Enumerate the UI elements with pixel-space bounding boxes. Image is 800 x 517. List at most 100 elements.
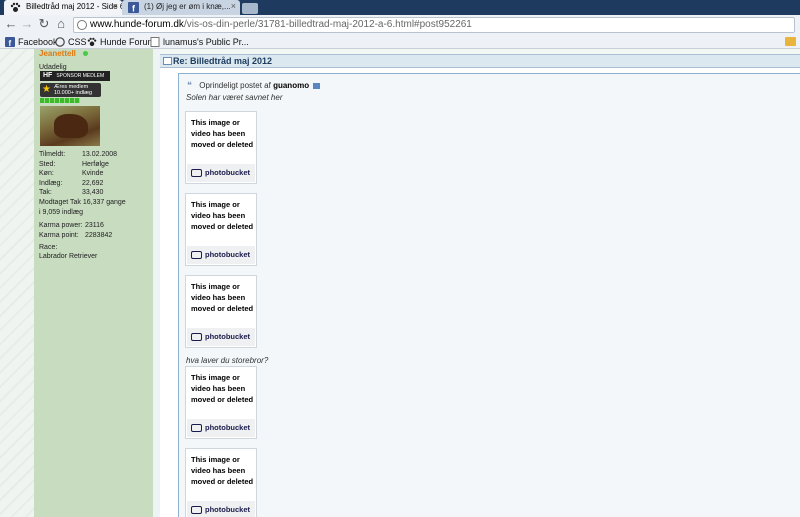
username-link[interactable]: Jeanettell xyxy=(39,49,76,58)
quote-icon: ❝ xyxy=(187,80,192,90)
facebook-icon: f xyxy=(5,37,15,47)
bookmark-label: lunamus's Public Pr... xyxy=(163,37,249,47)
camera-icon xyxy=(191,333,202,341)
view-post-icon[interactable] xyxy=(313,82,321,89)
image-placeholder[interactable]: This image or video has been moved or de… xyxy=(185,366,257,439)
stat-value: Kvinde xyxy=(82,170,104,178)
honorary-member-badge: ★ Æres medlem 10.000+ indlæg xyxy=(40,83,101,97)
image-placeholder[interactable]: This image or video has been moved or de… xyxy=(185,111,257,184)
quote-block xyxy=(178,73,800,517)
url-path: /vis-os-din-perle/31781-billedtrad-maj-2… xyxy=(183,19,472,30)
stat-key: Køn: xyxy=(39,170,54,178)
quote-header: ❝ Oprindeligt postet af guanomo xyxy=(187,80,321,91)
browser-toolbar: ← → ↻ ⌂ www.hunde-forum.dk/vis-os-din-pe… xyxy=(0,15,800,35)
bookmark-label: CSS xyxy=(68,37,87,47)
breed-info: Race: Labrador Retriever xyxy=(39,243,151,261)
globe-icon xyxy=(77,20,87,30)
stat-value: 13.02.2008 xyxy=(82,151,118,158)
badge-label: SPONSOR MEDLEM xyxy=(56,73,105,79)
bookmark-css[interactable]: CSS xyxy=(55,36,87,48)
camera-icon xyxy=(191,506,202,514)
bookmark-lunamus[interactable]: lunamus's Public Pr... xyxy=(150,36,249,48)
new-tab-button[interactable] xyxy=(242,3,258,14)
logo-text: photobucket xyxy=(205,332,250,341)
stat-key: Tilmeldt: xyxy=(39,151,66,158)
page-background xyxy=(0,49,34,517)
tab-label: Billedtråd maj 2012 - Side 6 xyxy=(26,2,122,11)
tab-hunde-forum[interactable]: Billedtråd maj 2012 - Side 6 × xyxy=(4,0,122,15)
image-placeholder[interactable]: This image or video has been moved or de… xyxy=(185,193,257,266)
bookmark-facebook[interactable]: f Facebook xyxy=(5,36,58,48)
paw-icon xyxy=(87,37,97,47)
stat-value: 23116 xyxy=(85,222,104,229)
quote-text: Solen har været savnet her xyxy=(186,93,283,102)
svg-text:f: f xyxy=(9,39,12,47)
stat-key: Tak: xyxy=(39,189,52,197)
placeholder-text: This image or video has been moved or de… xyxy=(191,200,254,231)
stat-value: 2283842 xyxy=(85,231,113,239)
close-icon[interactable]: × xyxy=(231,1,236,11)
logo-text: photobucket xyxy=(205,168,250,177)
user-sidebar: Jeanettell Udadelig HF SPONSOR MEDLEM ★ Æ… xyxy=(34,49,154,517)
post-header: Re: Billedtråd maj 2012 xyxy=(160,54,800,68)
thanks-received: Modtaget Tak 16,337 gange xyxy=(39,198,126,206)
forum-page: Jeanettell Udadelig HF SPONSOR MEDLEM ★ Æ… xyxy=(0,49,800,517)
logo-text: photobucket xyxy=(205,423,250,432)
photobucket-logo: photobucket xyxy=(187,501,255,517)
address-bar[interactable]: www.hunde-forum.dk/vis-os-din-perle/3178… xyxy=(73,17,795,33)
stat-value: Herfølge xyxy=(82,160,109,168)
post-body: ❝ Oprindeligt postet af guanomo Solen ha… xyxy=(160,68,800,517)
paw-icon xyxy=(10,2,21,12)
close-icon[interactable]: × xyxy=(113,1,118,11)
logo-text: photobucket xyxy=(205,505,250,514)
tab-strip: Billedtråd maj 2012 - Side 6 × f (1) Øj … xyxy=(0,0,800,15)
user-stats: Tilmeldt: 13.02.2008 Sted: Herfølge Køn: Kv… xyxy=(39,150,151,217)
photobucket-logo: photobucket xyxy=(187,419,255,437)
home-icon[interactable]: ⌂ xyxy=(54,17,68,31)
stat-value: 22,692 xyxy=(82,179,104,187)
stat-value: 33,430 xyxy=(82,189,104,197)
dog-photo xyxy=(54,114,88,138)
folder-icon[interactable] xyxy=(785,37,796,46)
avatar[interactable] xyxy=(40,106,100,146)
bookmark-hunde-forum[interactable]: Hunde Forum xyxy=(87,36,155,48)
forward-arrow-icon[interactable]: → xyxy=(20,17,34,31)
back-arrow-icon[interactable]: ← xyxy=(4,17,18,31)
photobucket-logo: photobucket xyxy=(187,328,255,346)
placeholder-text: This image or video has been moved or de… xyxy=(191,118,254,149)
column-separator xyxy=(153,49,160,517)
image-placeholder[interactable]: This image or video has been moved or de… xyxy=(185,275,257,348)
bookmarks-bar: f Facebook CSS Hunde Forum lunamus's Pub… xyxy=(0,35,800,49)
stat-key: Indlæg: xyxy=(39,179,63,187)
photobucket-logo: photobucket xyxy=(187,246,255,264)
online-status-icon xyxy=(83,51,88,56)
camera-icon xyxy=(191,169,202,177)
camera-icon xyxy=(191,424,202,432)
badge-line-2: 10.000+ indlæg xyxy=(54,90,93,96)
breed-value: Labrador Retriever xyxy=(39,253,98,260)
tab-facebook[interactable]: f (1) Øj jeg er øm i knæ,... × xyxy=(122,0,240,15)
image-placeholder[interactable]: This image or video has been moved or de… xyxy=(185,448,257,517)
logo-text: photobucket xyxy=(205,250,250,259)
url-host: www.hunde-forum.dk xyxy=(90,19,184,30)
quote-author: guanomo xyxy=(273,81,310,90)
breed-label: Race: xyxy=(39,244,58,251)
sponsor-badge: HF SPONSOR MEDLEM xyxy=(40,71,110,81)
stat-key: Karma point: xyxy=(39,231,79,239)
placeholder-text: This image or video has been moved or de… xyxy=(191,455,254,486)
star-icon: ★ xyxy=(42,84,51,95)
thanks-posts: i 9,059 indlæg xyxy=(39,208,83,216)
quote-prefix: Oprindeligt postet af xyxy=(199,81,271,90)
stat-key: Sted: xyxy=(39,160,56,168)
camera-icon xyxy=(191,251,202,259)
reload-icon[interactable]: ↻ xyxy=(37,17,51,31)
post-title: Re: Billedtråd maj 2012 xyxy=(173,56,273,66)
facebook-icon: f xyxy=(128,2,139,13)
placeholder-text: This image or video has been moved or de… xyxy=(191,373,254,404)
tab-label: (1) Øj jeg er øm i knæ,... xyxy=(144,2,231,11)
badge-logo-text: HF xyxy=(43,72,53,79)
user-title: Udadelig xyxy=(39,64,67,71)
post-text: hva laver du storebror? xyxy=(186,356,269,365)
css-icon xyxy=(55,37,65,47)
post-icon xyxy=(163,57,172,65)
